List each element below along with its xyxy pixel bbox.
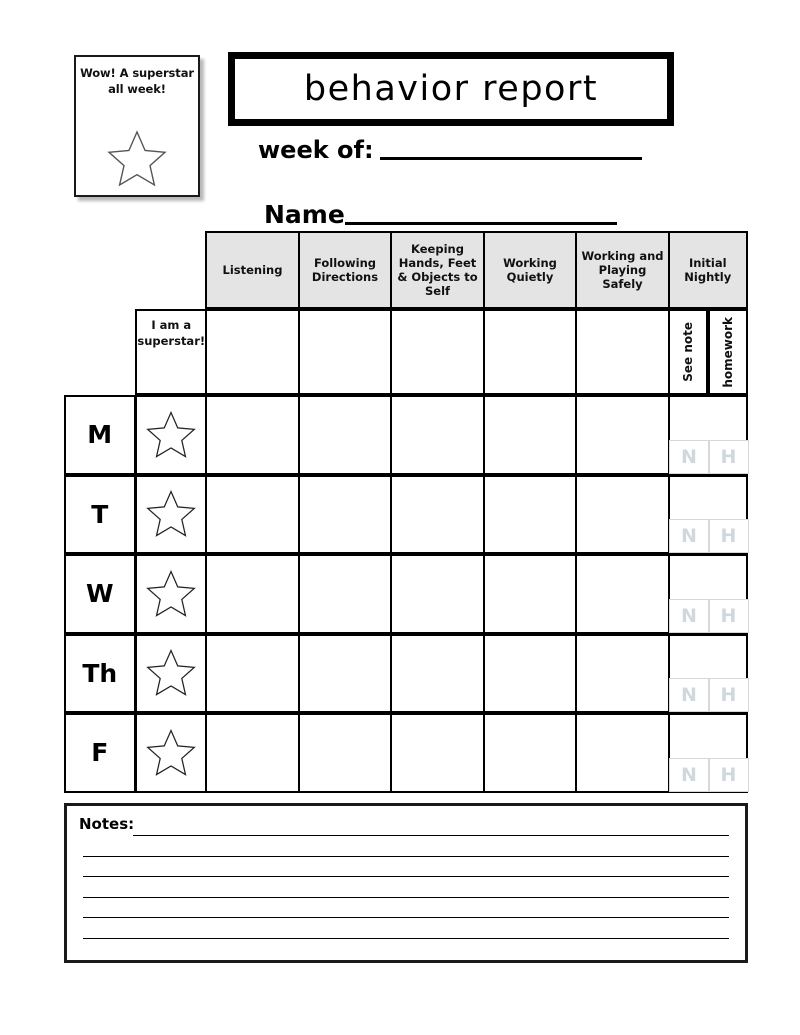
- initial-nightly-cell-f[interactable]: NH: [667, 713, 749, 793]
- superstar-cell-keeping-hands[interactable]: [390, 309, 485, 395]
- name-label: Name: [264, 200, 345, 229]
- subheader-homework-label: homework: [720, 316, 735, 388]
- behavior-cell-t-working-quietly[interactable]: [482, 474, 578, 554]
- superstar-row-label: I am a superstar!: [135, 309, 208, 395]
- behavior-cell-m-working-playing-safely[interactable]: [575, 395, 670, 475]
- notes-section[interactable]: Notes:: [64, 803, 748, 963]
- column-header-working-and-playing-safely: Working and Playing Safely: [575, 231, 670, 309]
- behavior-cell-m-working-quietly[interactable]: [482, 395, 578, 475]
- behavior-cell-w-listening[interactable]: [205, 554, 300, 634]
- mark-see-note-th[interactable]: N: [669, 678, 709, 712]
- star-outline-icon[interactable]: [135, 554, 208, 634]
- behavior-cell-t-working-playing-safely[interactable]: [575, 474, 670, 554]
- mark-see-note-t[interactable]: N: [669, 519, 709, 553]
- subheader-see-note-label: See note: [680, 322, 695, 382]
- notes-write-line[interactable]: [83, 876, 729, 877]
- initial-nightly-cell-w[interactable]: NH: [667, 554, 749, 634]
- star-outline-icon[interactable]: [135, 395, 208, 475]
- behavior-cell-f-listening[interactable]: [205, 713, 300, 793]
- behavior-cell-th-following-directions[interactable]: [297, 633, 393, 713]
- behavior-cell-f-working-quietly[interactable]: [482, 713, 578, 793]
- superstar-award-badge: Wow! A superstar all week!: [74, 55, 200, 197]
- column-header-following-directions: Following Directions: [297, 231, 393, 309]
- behavior-cell-f-working-playing-safely[interactable]: [575, 713, 670, 793]
- behavior-cell-t-listening[interactable]: [205, 474, 300, 554]
- behavior-grid: Listening Following Directions Keeping H…: [64, 231, 749, 801]
- day-label-t: T: [64, 474, 136, 554]
- mark-homework-th[interactable]: H: [708, 678, 749, 712]
- notes-label: Notes:: [79, 815, 135, 833]
- superstar-cell-following-directions[interactable]: [297, 309, 393, 395]
- mark-see-note-w[interactable]: N: [669, 598, 709, 633]
- initial-nightly-cell-t[interactable]: NH: [667, 474, 749, 554]
- star-outline-icon[interactable]: [135, 474, 208, 554]
- star-outline-icon[interactable]: [135, 633, 208, 713]
- superstar-cell-working-quietly[interactable]: [482, 309, 578, 395]
- subheader-homework: homework: [707, 309, 748, 395]
- star-outline-icon: [106, 129, 168, 193]
- behavior-cell-w-keeping-hands[interactable]: [390, 554, 485, 634]
- behavior-cell-w-following-directions[interactable]: [297, 554, 393, 634]
- day-label-f: F: [64, 713, 136, 793]
- subheader-see-note: See note: [667, 309, 708, 395]
- superstar-cell-listening[interactable]: [205, 309, 300, 395]
- mark-see-note-f[interactable]: N: [669, 757, 709, 792]
- behavior-cell-m-listening[interactable]: [205, 395, 300, 475]
- mark-see-note-m[interactable]: N: [669, 439, 709, 474]
- behavior-cell-th-listening[interactable]: [205, 633, 300, 713]
- behavior-cell-th-working-playing-safely[interactable]: [575, 633, 670, 713]
- notes-write-line[interactable]: [83, 917, 729, 918]
- column-header-initial-nightly: Initial Nightly: [667, 231, 748, 309]
- notes-write-line[interactable]: [83, 896, 729, 898]
- page-title-box: behavior report: [228, 52, 674, 126]
- day-label-th: Th: [64, 633, 136, 713]
- page-title: behavior report: [303, 69, 599, 109]
- superstar-cell-working-playing-safely[interactable]: [575, 309, 670, 395]
- column-header-keeping-hands-feet-objects-to-self: Keeping Hands, Feet & Objects to Self: [390, 231, 485, 309]
- week-of-field: week of:: [258, 136, 642, 164]
- initial-nightly-cell-m[interactable]: NH: [667, 395, 749, 475]
- initial-nightly-cell-th[interactable]: NH: [667, 633, 749, 713]
- week-of-label: week of:: [258, 136, 374, 164]
- mark-homework-t[interactable]: H: [708, 519, 749, 553]
- behavior-cell-f-following-directions[interactable]: [297, 713, 393, 793]
- behavior-cell-w-working-quietly[interactable]: [482, 554, 578, 634]
- mark-homework-m[interactable]: H: [708, 439, 749, 474]
- behavior-cell-th-keeping-hands[interactable]: [390, 633, 485, 713]
- behavior-cell-f-keeping-hands[interactable]: [390, 713, 485, 793]
- week-of-input-rule[interactable]: [379, 157, 642, 160]
- behavior-cell-m-keeping-hands[interactable]: [390, 395, 485, 475]
- day-label-m: M: [64, 395, 136, 475]
- name-input-rule[interactable]: [344, 222, 617, 225]
- day-label-w: W: [64, 554, 136, 634]
- star-outline-icon[interactable]: [135, 713, 208, 793]
- name-field: Name: [264, 200, 617, 229]
- behavior-cell-t-keeping-hands[interactable]: [390, 474, 485, 554]
- notes-write-line[interactable]: [133, 835, 729, 836]
- mark-homework-w[interactable]: H: [708, 598, 749, 633]
- behavior-cell-m-following-directions[interactable]: [297, 395, 393, 475]
- column-header-listening: Listening: [205, 231, 300, 309]
- behavior-cell-t-following-directions[interactable]: [297, 474, 393, 554]
- notes-write-line[interactable]: [83, 937, 729, 939]
- behavior-cell-th-working-quietly[interactable]: [482, 633, 578, 713]
- mark-homework-f[interactable]: H: [708, 757, 749, 792]
- column-header-working-quietly: Working Quietly: [482, 231, 578, 309]
- superstar-award-text: Wow! A superstar all week!: [80, 66, 194, 96]
- behavior-cell-w-working-playing-safely[interactable]: [575, 554, 670, 634]
- notes-write-line[interactable]: [83, 855, 729, 857]
